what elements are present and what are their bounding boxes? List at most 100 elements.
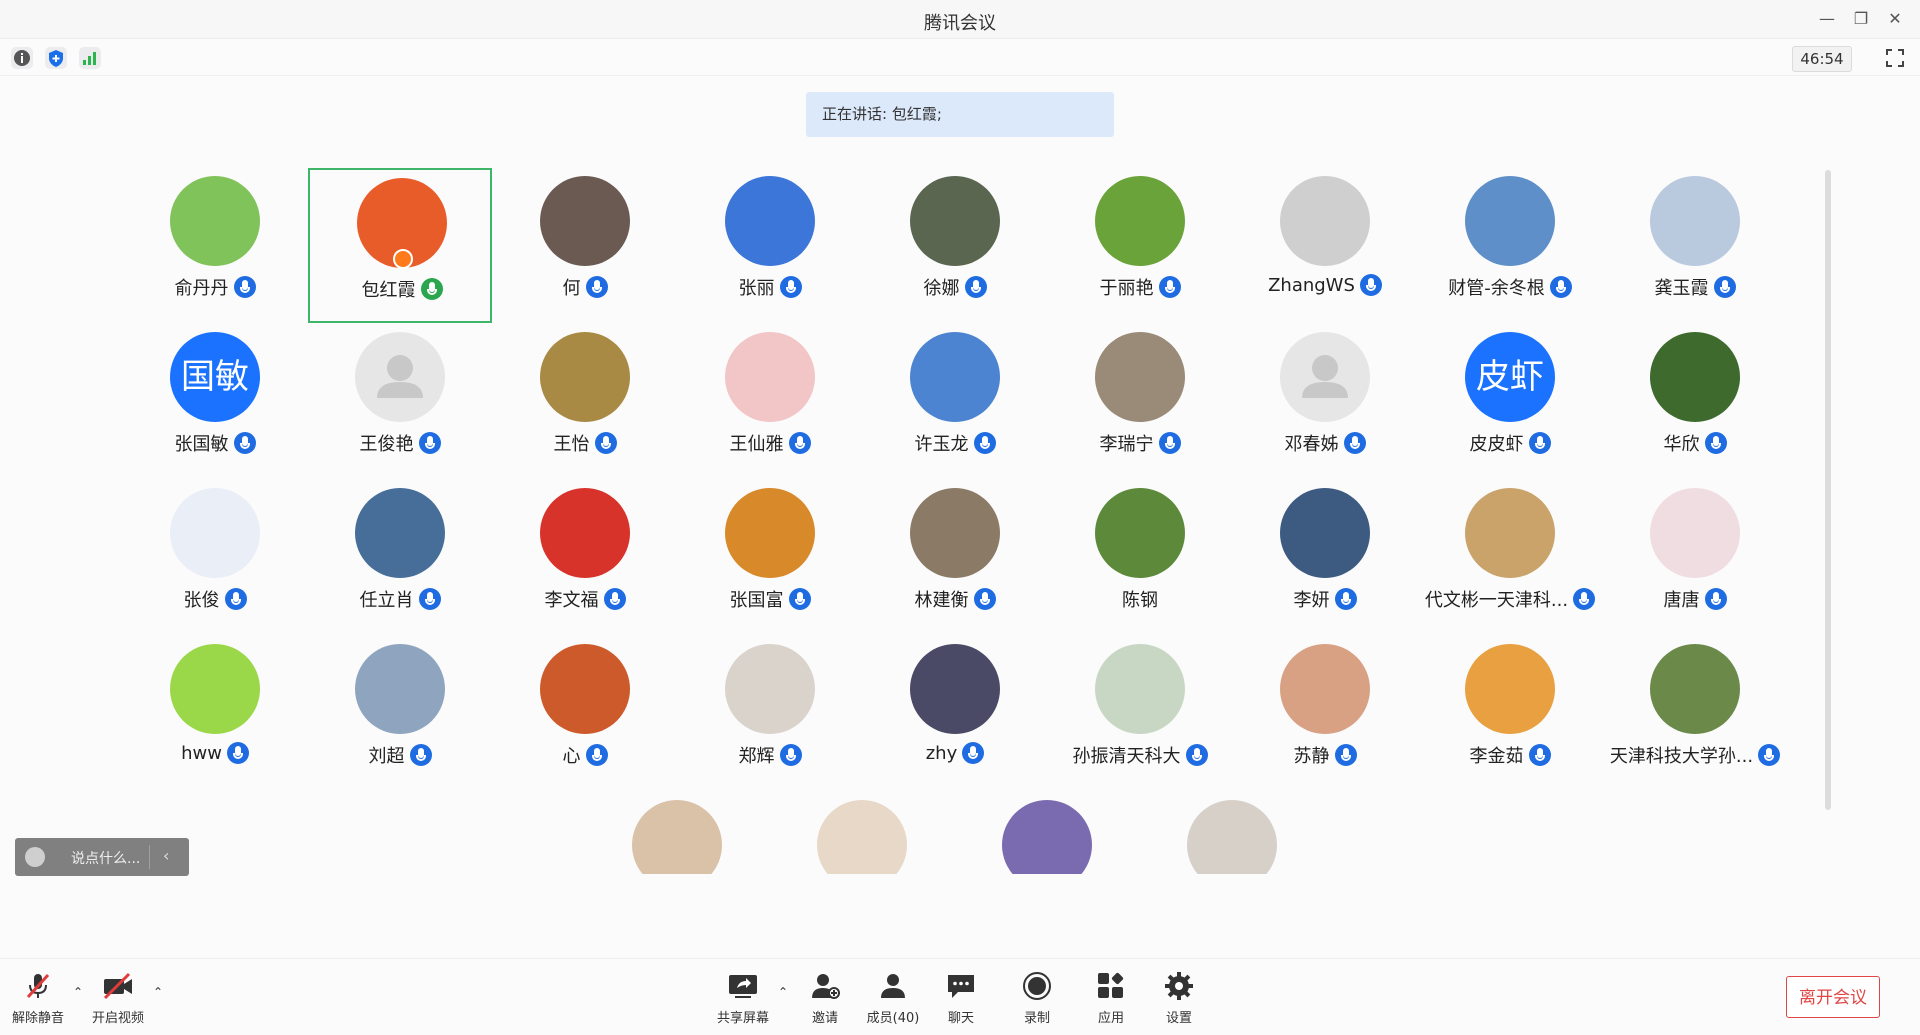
settings-button[interactable]: 设置 [1139,959,1219,1035]
participant-tile[interactable] [955,792,1139,874]
participant-name-row: 李文福 [493,586,677,612]
participant-tile[interactable]: 陈钢 [1048,480,1232,635]
mic-icon [779,276,802,298]
mic-icon [1704,432,1727,454]
participant-tile[interactable]: 任立肖 [308,480,492,635]
fullscreen-icon[interactable] [1884,47,1906,69]
participant-tile[interactable]: 华欣 [1603,324,1787,479]
share-screen-icon [729,975,757,998]
mic-icon [973,588,996,610]
apps-grid-icon [1098,972,1124,998]
participant-avatar [910,332,1000,422]
participant-avatar [725,644,815,734]
participant-tile[interactable]: 张国富 [678,480,862,635]
participant-tile[interactable]: 李妍 [1233,480,1417,635]
participant-tile[interactable]: 王俊艳 [308,324,492,479]
participant-tile[interactable]: ZhangWS [1233,168,1417,323]
participant-tile[interactable]: 刘超 [308,636,492,791]
participant-avatar [632,800,722,874]
participant-avatar [1280,332,1370,422]
minimize-icon[interactable]: — [1816,9,1838,29]
participant-tile[interactable]: 张俊 [123,480,307,635]
share-screen-button[interactable]: 共享屏幕 [703,959,783,1035]
participant-avatar [1002,800,1092,874]
participant-tile[interactable]: 徐娜 [863,168,1047,323]
participant-tile[interactable]: 林建衡 [863,480,1047,635]
start-video-button[interactable]: 开启视频 [78,959,158,1035]
quick-chat-box[interactable]: 说点什么... ‹ [15,838,189,876]
participant-avatar [540,488,630,578]
participant-name-row: 孙振清天科大 [1048,742,1232,768]
participant-tile[interactable]: hww [123,636,307,791]
participant-name: 代文彬一天津科... [1424,590,1569,611]
mic-icon [1158,432,1181,454]
collapse-arrow-icon[interactable]: ‹ [163,846,169,865]
participant-tile[interactable]: 何 [493,168,677,323]
participant-tile[interactable]: 国敏 张国敏 [123,324,307,479]
unmute-label: 解除静音 [11,1011,64,1026]
participant-name-row: 代文彬一天津科... [1418,586,1602,612]
record-button[interactable]: 录制 [997,959,1077,1035]
security-shield-icon[interactable] [45,47,67,69]
participant-name: 李妍 [1293,590,1330,611]
participant-tile[interactable] [1140,792,1324,874]
participant-tile[interactable]: 龚玉霞 [1603,168,1787,323]
participant-avatar [1650,644,1740,734]
invite-icon [812,974,840,999]
participant-avatar [1465,644,1555,734]
grid-scrollbar[interactable] [1825,170,1831,810]
participant-tile[interactable]: 苏静 [1233,636,1417,791]
restore-icon[interactable]: ❐ [1850,9,1872,29]
participant-name: 唐唐 [1663,590,1700,611]
mic-icon [1334,744,1357,766]
unmute-button[interactable]: 解除静音 [0,959,78,1035]
participant-tile[interactable]: 李金茹 [1418,636,1602,791]
participant-tile[interactable]: 财管-余冬根 [1418,168,1602,323]
participant-name: 心 [562,746,581,767]
participant-tile[interactable]: 郑辉 [678,636,862,791]
participant-name: 任立肖 [359,590,414,611]
settings-label: 设置 [1165,1011,1192,1026]
participant-tile[interactable]: 王仙雅 [678,324,862,479]
participant-name: zhy [925,742,958,764]
participant-tile[interactable]: zhy [863,636,1047,791]
participant-tile[interactable]: 李瑞宁 [1048,324,1232,479]
participant-tile[interactable]: 代文彬一天津科... [1418,480,1602,635]
participant-name: ZhangWS [1268,274,1355,296]
members-icon [881,974,905,998]
record-label: 录制 [1023,1011,1050,1026]
participant-tile[interactable]: 于丽艳 [1048,168,1232,323]
participant-name-row: zhy [863,742,1047,768]
leave-meeting-button[interactable]: 离开会议 [1786,976,1880,1018]
share-screen-label: 共享屏幕 [716,1011,769,1026]
participant-avatar [725,332,815,422]
participant-avatar [170,176,260,266]
signal-icon[interactable] [79,47,101,69]
chat-button[interactable]: 聊天 [921,959,1001,1035]
participant-name: 张国富 [729,590,784,611]
participant-tile[interactable]: 许玉龙 [863,324,1047,479]
info-icon[interactable] [11,47,33,69]
participant-name-row: 龚玉霞 [1603,274,1787,300]
participant-tile[interactable] [770,792,954,874]
emoji-icon[interactable] [25,847,45,867]
participant-tile[interactable] [585,792,769,874]
participant-tile[interactable]: 唐唐 [1603,480,1787,635]
participant-tile[interactable]: 邓春姊 [1233,324,1417,479]
participant-tile[interactable]: 张丽 [678,168,862,323]
participant-avatar [540,176,630,266]
participant-tile[interactable]: 包红霞 [308,168,492,323]
participant-name-row: 刘超 [308,742,492,768]
participant-tile[interactable]: 心 [493,636,677,791]
mic-icon [603,588,626,610]
participant-tile[interactable]: 天津科技大学孙... [1603,636,1787,791]
participant-tile[interactable]: 俞丹丹 [123,168,307,323]
participant-tile[interactable]: 孙振清天科大 [1048,636,1232,791]
participant-tile[interactable]: 李文福 [493,480,677,635]
close-icon[interactable]: ✕ [1884,9,1906,29]
video-options-caret-icon[interactable]: ⌃ [153,985,165,999]
participant-tile[interactable]: 皮虾 皮皮虾 [1418,324,1602,479]
participant-tile[interactable]: 王怡 [493,324,677,479]
active-speaker-banner: 正在讲话: 包红霞; [806,92,1114,137]
participant-avatar: 皮虾 [1465,332,1555,422]
